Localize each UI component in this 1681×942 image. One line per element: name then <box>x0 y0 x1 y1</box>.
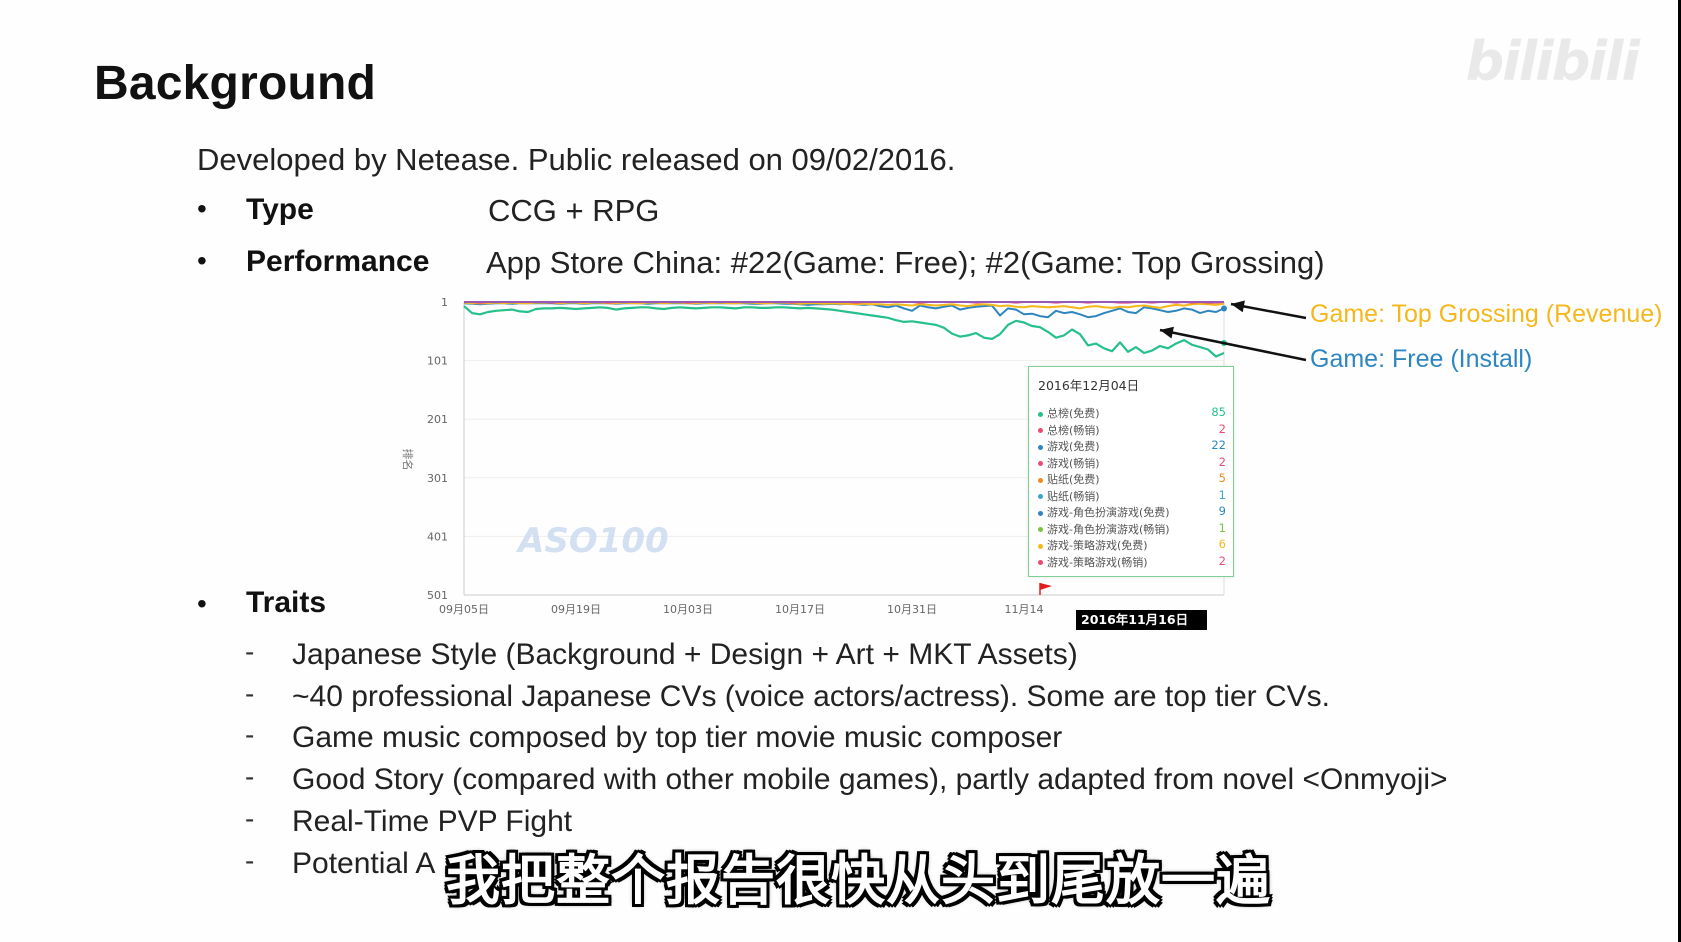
y-axis-label: 排名 <box>401 449 415 471</box>
tooltip-dot <box>1038 444 1043 450</box>
arrow-free-head <box>1160 326 1174 339</box>
tooltip-dot <box>1038 510 1043 516</box>
tooltip-value: 2 <box>1218 421 1226 436</box>
tooltip-row: 游戏(免费) 22 <box>1038 438 1226 454</box>
trait-item: Good Story (compared with other mobile g… <box>292 763 1448 796</box>
y-tick-label: 301 <box>427 472 448 485</box>
aso100-watermark: ASO100 <box>515 521 669 561</box>
tooltip-value: 2 <box>1218 553 1226 568</box>
tooltip-label: 贴纸(畅销) <box>1047 489 1100 503</box>
trait-dash: - <box>245 845 255 876</box>
x-tick-label: 10月31日 <box>887 603 937 616</box>
tooltip-dot <box>1038 560 1043 565</box>
tooltip-value: 1 <box>1218 487 1226 502</box>
performance-value: App Store China: #22(Game: Free); #2(Gam… <box>486 245 1325 280</box>
flag-icon <box>1040 583 1052 590</box>
tooltip-row: 贴纸(免费) 5 <box>1038 471 1226 487</box>
trait-dash: - <box>245 761 255 792</box>
tooltip-dot <box>1038 477 1043 483</box>
tooltip-date: 2016年12月04日 <box>1038 378 1140 393</box>
type-value: CCG + RPG <box>488 193 660 228</box>
bilibili-watermark: bilibili <box>1465 30 1640 93</box>
tooltip-value: 6 <box>1218 537 1226 551</box>
tooltip-label: 贴纸(免费) <box>1047 473 1100 486</box>
slide-title: Background <box>94 57 377 110</box>
tooltip-row: 游戏-策略游戏(畅销) 2 <box>1038 554 1226 570</box>
tooltip-label: 游戏(畅销) <box>1047 456 1100 470</box>
tooltip-dot <box>1038 494 1043 499</box>
tooltip-label: 游戏(免费) <box>1047 440 1100 453</box>
tooltip-value: 1 <box>1218 520 1226 535</box>
trait-item: Potential A <box>292 847 436 880</box>
series-line <box>463 301 1225 310</box>
trait-item: Game music composed by top tier movie mu… <box>292 721 1063 754</box>
tooltip-value: 85 <box>1211 405 1226 419</box>
bullet-traits: • <box>197 588 207 619</box>
callout-free: Game: Free (Install) <box>1310 345 1533 373</box>
series-line <box>463 305 1225 358</box>
series-line <box>463 302 1225 319</box>
slide: bilibili Background Developed by Netease… <box>0 0 1678 942</box>
y-tick-label: 501 <box>427 589 448 602</box>
video-subtitle: 我把整个报告很快从头到尾放一遍 <box>446 849 1271 912</box>
tooltip-value: 22 <box>1211 438 1226 452</box>
trait-dash: - <box>245 803 255 834</box>
trait-item: Real-Time PVP Fight <box>292 805 573 838</box>
tooltip-dot <box>1038 543 1043 549</box>
bullet-type: • <box>197 193 207 224</box>
arrow-top-grossing-head <box>1231 300 1245 313</box>
tooltip-label: 游戏-策略游戏(畅销) <box>1047 555 1148 569</box>
y-tick-label: 201 <box>427 413 448 426</box>
trait-dash: - <box>245 636 255 667</box>
tooltip-label: 游戏-角色扮演游戏(免费) <box>1047 506 1170 519</box>
tooltip-dot <box>1038 527 1043 532</box>
tooltip-row: 游戏-角色扮演游戏(免费) 9 <box>1038 504 1226 520</box>
series-end-point <box>1221 305 1227 312</box>
tooltip-label: 游戏-策略游戏(免费) <box>1047 539 1148 552</box>
x-tick-label: 09月05日 <box>439 603 489 616</box>
tooltip-row: 游戏-角色扮演游戏(畅销) 1 <box>1038 521 1226 537</box>
x-tick-label: 10月03日 <box>663 603 713 616</box>
trait-item: Japanese Style (Background + Design + Ar… <box>292 638 1078 671</box>
tooltip-row: 游戏(畅销) 2 <box>1038 455 1226 471</box>
y-tick-label: 401 <box>427 530 448 543</box>
bullet-performance: • <box>197 245 207 276</box>
tooltip-label: 游戏-角色扮演游戏(畅销) <box>1047 522 1170 536</box>
tooltip-label: 总榜(免费) <box>1047 407 1100 420</box>
tooltip-value: 9 <box>1218 504 1226 518</box>
tooltip-dot <box>1038 461 1043 466</box>
tooltip-row: 总榜(免费) 85 <box>1038 405 1226 421</box>
intro-text: Developed by Netease. Public released on… <box>197 142 956 177</box>
tooltip-value: 2 <box>1218 454 1226 469</box>
arrow-free <box>1159 328 1307 362</box>
trait-dash: - <box>245 719 255 750</box>
type-label: Type <box>246 193 314 226</box>
trait-dash: - <box>245 678 255 709</box>
tooltip-value: 5 <box>1218 471 1226 485</box>
x-tick-label: 10月17日 <box>775 603 825 616</box>
traits-label: Traits <box>246 586 327 619</box>
tooltip-dot <box>1038 428 1043 433</box>
x-tick-label: 09月19日 <box>551 603 601 616</box>
tooltip-label: 总榜(畅销) <box>1047 423 1100 437</box>
tooltip-row: 游戏-策略游戏(免费) 6 <box>1038 537 1226 553</box>
callout-top-grossing: Game: Top Grossing (Revenue) <box>1310 300 1663 328</box>
y-tick-label: 1 <box>441 296 448 309</box>
y-tick-label: 101 <box>427 355 448 368</box>
tooltip-row: 贴纸(畅销) 1 <box>1038 488 1226 504</box>
performance-label: Performance <box>246 245 430 278</box>
tooltip-dot <box>1038 411 1043 417</box>
chart-tooltip: 2016年12月04日 总榜(免费) 85 总榜(畅销) 2 游戏(免费) 22 游戏(畅销… <box>1028 366 1234 577</box>
x-tick-label: 11月14 <box>1005 603 1044 616</box>
tooltip-row: 总榜(畅销) 2 <box>1038 422 1226 438</box>
highlight-date-flag: 2016年11月16日 <box>1076 610 1207 630</box>
trait-item: ~40 professional Japanese CVs (voice act… <box>292 680 1330 713</box>
